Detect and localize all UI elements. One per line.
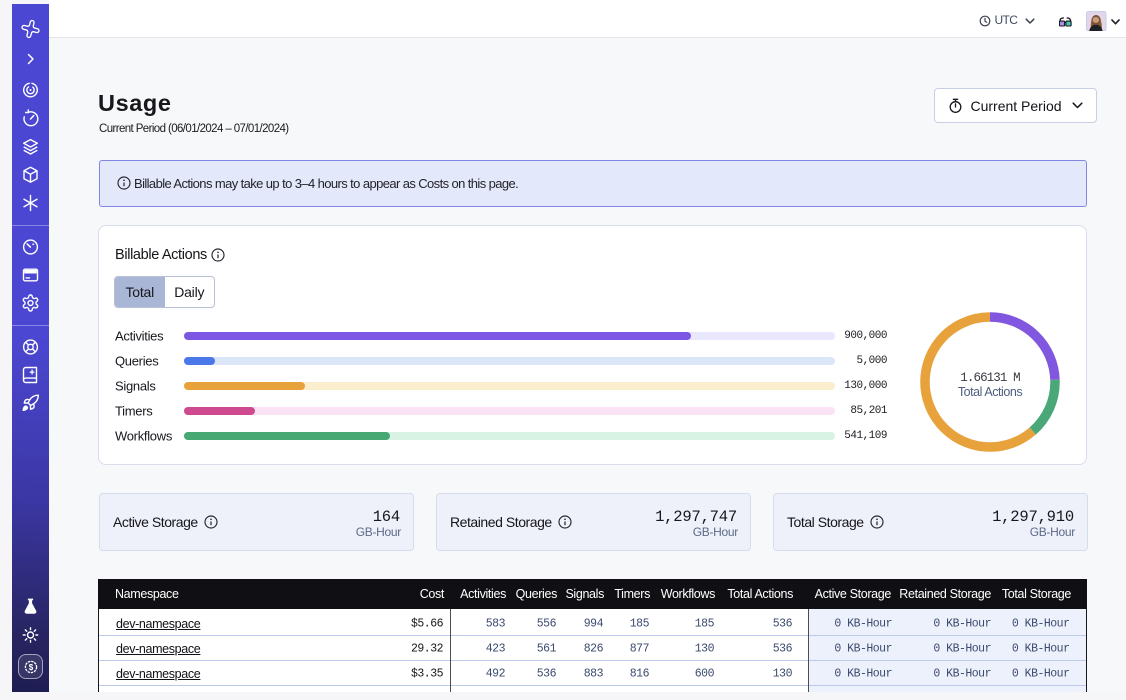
svg-text:$: $ [28, 662, 33, 671]
